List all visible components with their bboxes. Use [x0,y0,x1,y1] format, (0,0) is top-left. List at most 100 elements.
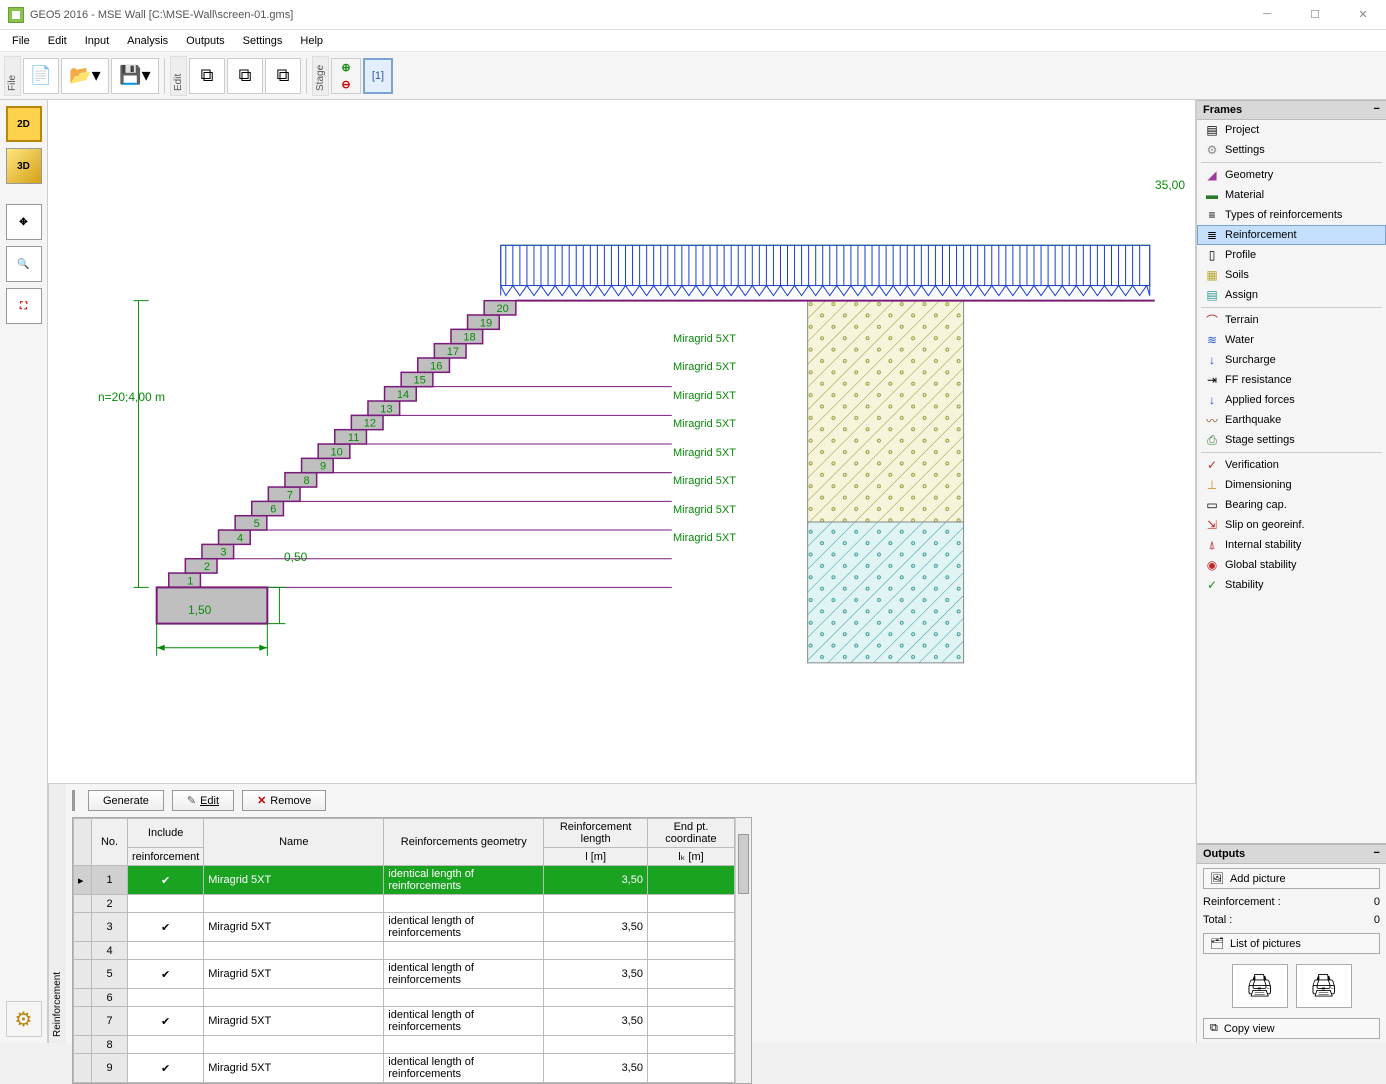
svg-text:11: 11 [348,432,359,444]
print-button[interactable]: 🖨 [1232,964,1288,1008]
col-no[interactable]: No. [92,819,128,866]
view-2d-button[interactable]: 2D [6,106,42,142]
maximize-button[interactable]: ☐ [1300,8,1330,21]
frames-minimize-icon[interactable]: − [1373,104,1380,116]
table-scrollbar[interactable] [735,818,751,1083]
col-endpt[interactable]: End pt. coordinate [647,819,734,848]
menu-edit[interactable]: Edit [40,33,75,49]
copy-view-button[interactable]: ⧉ Copy view [1203,1018,1380,1039]
frame-item-bearing-cap-[interactable]: ▭Bearing cap. [1197,495,1386,515]
frame-item-profile[interactable]: ▯Profile [1197,245,1386,265]
table-row[interactable]: 5✔Miragrid 5XTidentical length of reinfo… [74,960,735,989]
pan-button[interactable]: ✥ [6,204,42,240]
frames-header: Frames− [1197,100,1386,120]
frame-item-label: Applied forces [1225,394,1295,406]
frame-item-dimensioning[interactable]: ⊥Dimensioning [1197,475,1386,495]
water-icon: ≋ [1205,333,1219,347]
table-row[interactable]: 8 [74,1036,735,1054]
paste-special-button[interactable]: ⧉ [265,58,301,94]
profile-icon: ▯ [1205,248,1219,262]
menu-outputs[interactable]: Outputs [178,33,233,49]
edit-button[interactable]: ✎Edit [172,790,234,811]
outputs-total-count: Total :0 [1197,911,1386,929]
col-include[interactable]: Include [128,819,204,848]
frame-item-internal-stability[interactable]: ⍋Internal stability [1197,535,1386,555]
table-row[interactable]: 4 [74,942,735,960]
frame-item-applied-forces[interactable]: ↓Applied forces [1197,390,1386,410]
frame-item-project[interactable]: ▤Project [1197,120,1386,140]
frame-item-stage-settings[interactable]: ⎙Stage settings [1197,430,1386,450]
stage-remove-icon[interactable]: ⊖ [332,76,360,93]
slip-icon: ⇲ [1205,518,1219,532]
frame-item-stability[interactable]: ✓Stability [1197,575,1386,595]
frame-item-earthquake[interactable]: 〰Earthquake [1197,410,1386,430]
drawing-canvas[interactable]: 1234567891011121314151617181920 35,00 n=… [48,100,1196,783]
frame-item-label: Water [1225,334,1254,346]
frame-item-geometry[interactable]: ◢Geometry [1197,165,1386,185]
save-file-button[interactable]: 💾▾ [111,58,159,94]
menu-input[interactable]: Input [77,33,117,49]
table-row[interactable]: 6 [74,989,735,1007]
eq-icon: 〰 [1205,413,1219,427]
title-bar: GEO5 2016 - MSE Wall [C:\MSE-Wall\screen… [0,0,1386,30]
svg-text:18: 18 [463,332,475,344]
svg-text:10: 10 [331,446,343,458]
col-name[interactable]: Name [204,819,384,866]
frame-item-reinforcement[interactable]: ≣Reinforcement [1197,225,1386,245]
view-settings-button[interactable]: ⚙ [6,1001,42,1037]
menu-help[interactable]: Help [292,33,331,49]
table-row[interactable]: 7✔Miragrid 5XTidentical length of reinfo… [74,1007,735,1036]
stage-add-remove[interactable]: ⊕ ⊖ [331,58,361,94]
paste-button[interactable]: ⧉ [227,58,263,94]
print-pdf-button[interactable]: 🖨 [1296,964,1352,1008]
gear-icon: ⚙ [1205,143,1219,157]
terrain-icon: ⌒ [1205,313,1219,327]
frame-item-settings[interactable]: ⚙Settings [1197,140,1386,160]
outputs-reinf-count: Reinforcement :0 [1197,893,1386,911]
menu-analysis[interactable]: Analysis [119,33,176,49]
frame-item-ff-resistance[interactable]: ⇥FF resistance [1197,370,1386,390]
frame-item-global-stability[interactable]: ◉Global stability [1197,555,1386,575]
new-file-button[interactable]: 📄 [23,58,59,94]
stage-add-icon[interactable]: ⊕ [332,59,360,76]
close-button[interactable]: ✕ [1348,8,1378,21]
table-row[interactable]: ▸1✔Miragrid 5XTidentical length of reinf… [74,866,735,895]
menu-settings[interactable]: Settings [235,33,291,49]
table-row[interactable]: 9✔Miragrid 5XTidentical length of reinfo… [74,1054,735,1083]
frame-item-surcharge[interactable]: ↓Surcharge [1197,350,1386,370]
frame-item-water[interactable]: ≋ Water [1197,330,1386,350]
reinforcement-table[interactable]: No. Include Name Reinforcements geometry… [73,818,735,1083]
material-icon: ▬ [1205,188,1219,202]
frame-item-terrain[interactable]: ⌒Terrain [1197,310,1386,330]
outputs-minimize-icon[interactable]: − [1373,848,1380,860]
generate-button[interactable]: Generate [88,790,164,811]
view-3d-button[interactable]: 3D [6,148,42,184]
frame-item-material[interactable]: ▬Material [1197,185,1386,205]
svg-text:2: 2 [204,561,210,573]
menu-file[interactable]: File [4,33,38,49]
app-icon [8,7,24,23]
svg-text:16: 16 [430,360,442,372]
soils-icon: ▦ [1205,268,1219,282]
table-row[interactable]: 3✔Miragrid 5XTidentical length of reinfo… [74,913,735,942]
col-geometry[interactable]: Reinforcements geometry [384,819,544,866]
frame-item-assign[interactable]: ▤Assign [1197,285,1386,305]
frame-item-label: FF resistance [1225,374,1292,386]
frame-item-soils[interactable]: ▦ Soils [1197,265,1386,285]
add-picture-button[interactable]: 🖼 Add picture [1203,868,1380,889]
frame-item-label: Soils [1225,269,1249,281]
remove-button[interactable]: ✕Remove [242,790,326,811]
minimize-button[interactable]: ─ [1252,8,1282,21]
svg-text:20: 20 [497,303,509,315]
open-file-button[interactable]: 📂▾ [61,58,109,94]
col-length[interactable]: Reinforcement length [544,819,648,848]
frame-item-verification[interactable]: ✓Verification [1197,455,1386,475]
list-pictures-button[interactable]: 🗂 List of pictures [1203,933,1380,954]
frame-item-types-of-reinforcements[interactable]: ≡Types of reinforcements [1197,205,1386,225]
copy-button[interactable]: ⧉ [189,58,225,94]
fit-button[interactable]: ⛶ [6,288,42,324]
frame-item-slip-on-georeinf-[interactable]: ⇲Slip on georeinf. [1197,515,1386,535]
zoom-button[interactable]: 🔍 [6,246,42,282]
stage-1-button[interactable]: [1] [363,58,393,94]
table-row[interactable]: 2 [74,895,735,913]
